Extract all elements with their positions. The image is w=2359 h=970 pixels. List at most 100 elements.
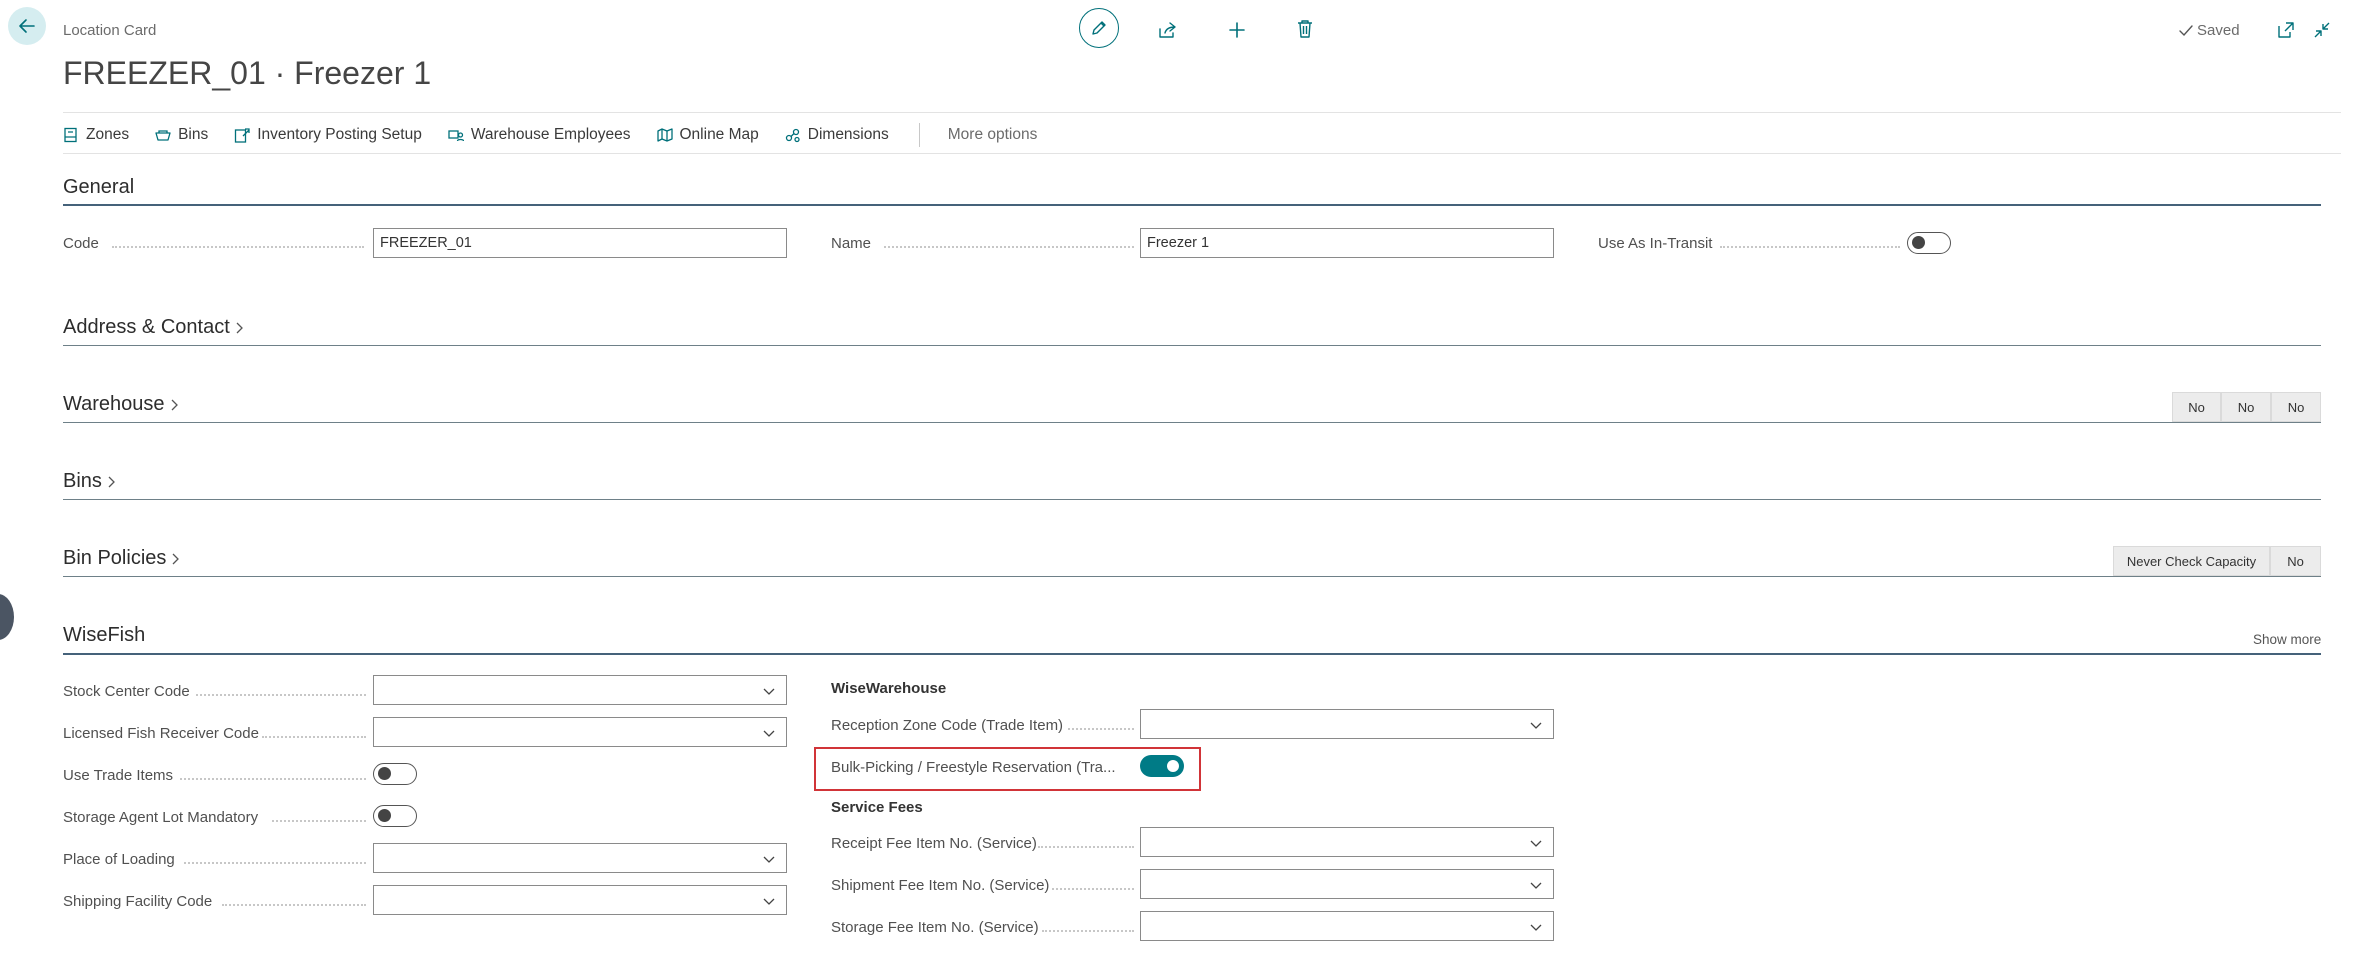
section-divider xyxy=(63,576,2321,577)
place-of-loading-select[interactable] xyxy=(373,843,787,873)
section-address-contact-header[interactable]: Address & Contact xyxy=(63,316,244,339)
open-in-new-window-icon xyxy=(2278,22,2294,38)
pencil-icon xyxy=(1092,21,1106,35)
arrow-left-icon xyxy=(19,19,35,33)
stock-center-code-select[interactable] xyxy=(373,675,787,705)
chevron-down-icon xyxy=(763,898,775,905)
bin-policies-summary-pill: Never Check Capacity xyxy=(2113,546,2270,576)
share-icon xyxy=(1159,22,1176,38)
wisewarehouse-heading: WiseWarehouse xyxy=(831,680,947,697)
action-label: Zones xyxy=(86,126,130,143)
action-bar: Zones Bins Inventory Posting Setup Wareh… xyxy=(63,123,1038,147)
receipt-fee-item-label: Receipt Fee Item No. (Service) xyxy=(831,835,1037,852)
collapse-icon xyxy=(2314,22,2330,38)
action-label: Dimensions xyxy=(807,126,889,143)
action-dimensions[interactable]: Dimensions xyxy=(785,126,889,144)
reception-zone-code-select[interactable] xyxy=(1140,709,1554,739)
receipt-fee-item-select[interactable] xyxy=(1140,827,1554,857)
action-online-map[interactable]: Online Map xyxy=(656,126,759,144)
name-label: Name xyxy=(831,235,872,252)
section-divider xyxy=(63,345,2321,346)
section-bins-header[interactable]: Bins xyxy=(63,470,116,493)
use-trade-items-toggle[interactable] xyxy=(373,763,417,785)
dotted-leader xyxy=(1068,718,1134,730)
show-more-link[interactable]: Show more xyxy=(2253,632,2321,647)
action-label: Inventory Posting Setup xyxy=(257,126,422,143)
section-warehouse-header[interactable]: Warehouse xyxy=(63,393,179,416)
warehouse-summary-pill: No xyxy=(2271,392,2321,422)
chevron-down-icon xyxy=(763,688,775,695)
chevron-down-icon xyxy=(1530,722,1542,729)
section-divider xyxy=(63,204,2321,206)
action-inventory-posting-setup[interactable]: Inventory Posting Setup xyxy=(234,126,422,144)
toggle-knob xyxy=(1912,236,1925,249)
dotted-leader xyxy=(262,726,366,738)
dotted-leader xyxy=(1052,878,1134,890)
dimensions-icon xyxy=(785,128,800,143)
chevron-down-icon xyxy=(1530,882,1542,889)
use-as-in-transit-toggle[interactable] xyxy=(1907,232,1951,254)
warehouse-summary-pill: No xyxy=(2172,392,2221,422)
zones-icon xyxy=(64,127,77,143)
warehouse-summary-pill: No xyxy=(2221,392,2271,422)
toggle-knob xyxy=(1167,760,1179,772)
new-button[interactable] xyxy=(1225,18,1249,42)
use-as-in-transit-label: Use As In-Transit xyxy=(1598,235,1713,252)
code-field[interactable]: FREEZER_01 xyxy=(373,228,787,258)
dotted-leader xyxy=(180,768,366,780)
name-field[interactable]: Freezer 1 xyxy=(1140,228,1554,258)
collapse-button[interactable] xyxy=(2311,19,2333,41)
storage-fee-item-select[interactable] xyxy=(1140,911,1554,941)
action-bins[interactable]: Bins xyxy=(155,126,208,144)
dotted-leader xyxy=(884,236,1134,248)
shipment-fee-item-select[interactable] xyxy=(1140,869,1554,899)
shipping-facility-code-label: Shipping Facility Code xyxy=(63,893,213,910)
more-options-button[interactable]: More options xyxy=(948,126,1038,144)
trash-icon xyxy=(1298,20,1312,38)
checkmark-icon xyxy=(2179,24,2193,36)
section-wisefish-header[interactable]: WiseFish xyxy=(63,624,145,647)
section-title: Warehouse xyxy=(63,393,165,415)
bulk-picking-label: Bulk-Picking / Freestyle Reservation (Tr… xyxy=(831,759,1116,776)
edit-button[interactable] xyxy=(1079,8,1119,48)
dotted-leader xyxy=(222,894,366,906)
action-zones[interactable]: Zones xyxy=(63,126,129,144)
section-title: Bin Policies xyxy=(63,547,167,569)
section-general-header[interactable]: General xyxy=(63,176,134,199)
licensed-fish-receiver-code-label: Licensed Fish Receiver Code xyxy=(63,725,259,742)
dotted-leader xyxy=(112,236,364,248)
chevron-down-icon xyxy=(1530,840,1542,847)
section-title: General xyxy=(63,176,135,198)
bins-icon xyxy=(155,130,171,141)
open-new-window-button[interactable] xyxy=(2275,19,2297,41)
action-separator xyxy=(918,123,920,147)
section-divider xyxy=(63,653,2321,655)
toggle-knob xyxy=(378,767,391,780)
saved-label: Saved xyxy=(2197,22,2240,39)
toggle-knob xyxy=(378,809,391,822)
dotted-leader xyxy=(1720,236,1900,248)
plus-icon xyxy=(1229,22,1245,38)
delete-button[interactable] xyxy=(1293,17,1317,41)
section-title: Bins xyxy=(63,470,102,492)
bulk-picking-toggle[interactable] xyxy=(1140,755,1184,777)
section-title: Address & Contact xyxy=(63,316,230,338)
action-warehouse-employees[interactable]: Warehouse Employees xyxy=(448,126,631,144)
saved-status: Saved xyxy=(2179,22,2240,39)
dotted-leader xyxy=(184,852,366,864)
back-button[interactable] xyxy=(8,7,46,45)
storage-agent-lot-mandatory-toggle[interactable] xyxy=(373,805,417,827)
section-bin-policies-header[interactable]: Bin Policies xyxy=(63,547,180,570)
section-divider xyxy=(63,499,2321,500)
page-type-label: Location Card xyxy=(63,22,157,39)
shipment-fee-item-label: Shipment Fee Item No. (Service) xyxy=(831,877,1050,894)
chevron-right-icon xyxy=(171,399,178,410)
licensed-fish-receiver-code-select[interactable] xyxy=(373,717,787,747)
action-label: Warehouse Employees xyxy=(470,126,631,143)
dotted-leader xyxy=(1038,836,1134,848)
side-panel-handle[interactable] xyxy=(0,594,14,640)
action-label: Online Map xyxy=(679,126,759,143)
shipping-facility-code-select[interactable] xyxy=(373,885,787,915)
share-button[interactable] xyxy=(1156,18,1180,42)
bin-policies-summary-pill: No xyxy=(2270,546,2321,576)
